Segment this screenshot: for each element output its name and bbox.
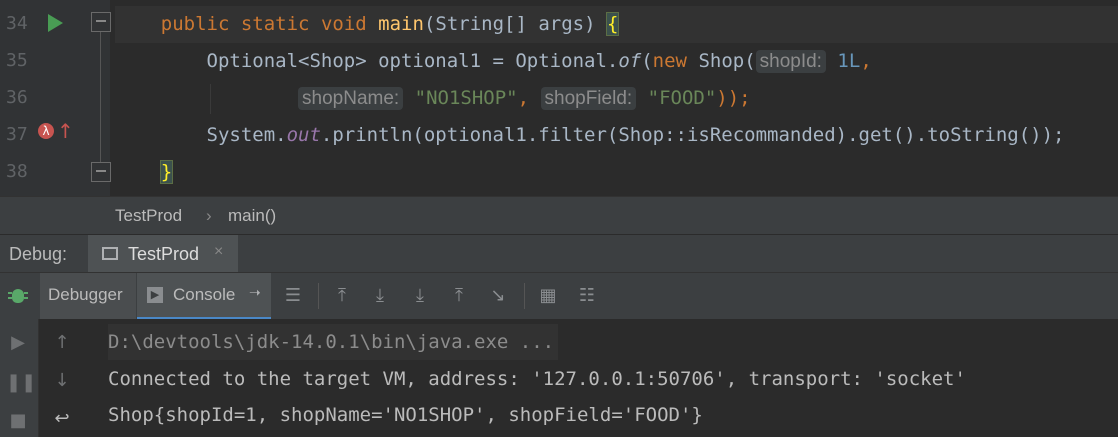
fold-collapse-icon[interactable] [91, 12, 111, 32]
up-arrow-icon[interactable]: ↑ [50, 331, 74, 355]
soft-wrap-icon[interactable]: ↩ [50, 407, 74, 431]
down-arrow-icon[interactable]: ↓ [50, 369, 74, 393]
close-icon[interactable]: × [214, 243, 223, 261]
debug-actions-strip: ▶ ❚❚ ■ [0, 319, 39, 437]
static-field: out [286, 124, 321, 146]
tab-console[interactable]: ▶ Console ➝ [137, 273, 271, 319]
step-over-icon[interactable]: ⤓ [368, 284, 392, 308]
console-icon: ▶ [147, 287, 163, 303]
debug-session-tab[interactable]: TestProd × [88, 235, 238, 273]
code-text: .println(optional1.filter(Shop::isRecomm… [320, 124, 1065, 146]
string-literal: "FOOD" [647, 87, 717, 109]
string-literal: "NO1SHOP" [414, 87, 518, 109]
code-line-37[interactable]: System.out.println(optional1.filter(Shop… [115, 117, 1118, 154]
number-literal: 1L [837, 50, 861, 72]
code-text: System. [206, 124, 287, 146]
matched-brace: { [605, 12, 620, 36]
keyword: static [240, 13, 310, 35]
code-text: )); [716, 87, 751, 109]
breadcrumb: TestProd › main() [0, 196, 1118, 235]
code-line-35[interactable]: Optional<Shop> optional1 = Optional.of(n… [115, 43, 1118, 80]
code-editor[interactable]: 34 35 36 37 λ ↑ 38 public static void ma… [0, 0, 1118, 196]
pin-icon[interactable]: ➝ [249, 285, 261, 301]
tab-debugger[interactable]: Debugger [40, 273, 136, 319]
parameter-hint: shopField: [540, 87, 637, 110]
breadcrumb-method[interactable]: main() [228, 206, 276, 226]
tab-console-label: Console [173, 285, 236, 304]
code-text: , [517, 87, 541, 109]
gutter-line-37: 37 λ ↑ [0, 115, 110, 152]
keyword: new [652, 50, 687, 72]
keyword: void [320, 13, 367, 35]
line-number: 34 [6, 13, 28, 34]
tab-label: TestProd [128, 244, 200, 264]
fold-end-icon[interactable] [91, 162, 111, 182]
code-line-36[interactable]: shopName: "NO1SHOP", shopField: "FOOD"))… [115, 80, 1118, 117]
debug-tool-window-header: Debug: TestProd × [0, 234, 1118, 273]
step-out-icon[interactable]: ⤒ [447, 284, 471, 308]
breadcrumb-class[interactable]: TestProd [115, 206, 182, 226]
gutter-line-36: 36 [0, 78, 110, 115]
gutter-line-35: 35 [0, 41, 110, 78]
console-output[interactable]: D:\devtools\jdk-14.0.1\bin\java.exe ... … [86, 319, 1118, 437]
run-to-cursor-icon[interactable]: ↘ [486, 284, 510, 308]
breadcrumb-separator: › [206, 206, 212, 225]
trace-stream-icon[interactable]: ☷ [575, 284, 599, 308]
pause-icon[interactable]: ❚❚ [6, 371, 36, 395]
console-line: D:\devtools\jdk-14.0.1\bin\java.exe ... [108, 324, 559, 360]
code-text: ( [641, 50, 653, 72]
line-number: 35 [6, 50, 28, 71]
lambda-breakpoint-icon[interactable]: λ [38, 123, 54, 139]
toolbar-separator [524, 283, 525, 309]
resume-icon[interactable]: ▶ [6, 331, 30, 355]
code-line-38[interactable]: } [115, 154, 1118, 191]
toolbar-separator [318, 283, 319, 309]
line-number: 38 [6, 161, 28, 182]
method-call: of [618, 50, 642, 72]
evaluate-expression-icon[interactable]: ▦ [536, 284, 560, 308]
keyword: public [160, 13, 230, 35]
console-actions-strip: ↑ ↓ ↩ [40, 319, 84, 437]
show-execution-point-icon[interactable]: ⤒ [330, 284, 354, 308]
run-icon[interactable] [48, 14, 63, 32]
parameter-hint: shopId: [755, 50, 826, 73]
step-into-icon[interactable]: ⤓ [408, 284, 432, 308]
debug-toolbar: Debugger ▶ Console ➝ ☰ ⤒ ⤓ ⤓ ⤒ ↘ ▦ ☷ [0, 272, 1118, 320]
line-number: 37 [6, 124, 28, 145]
menu-icon[interactable]: ☰ [281, 284, 305, 308]
fold-guide [100, 20, 101, 168]
tab-debugger-label: Debugger [48, 285, 123, 304]
window-icon [102, 247, 118, 260]
code-text: Optional<Shop> optional1 = Optional. [206, 50, 619, 72]
debug-title: Debug: [9, 244, 68, 264]
code-text: (String[] args) [423, 13, 607, 35]
console-line: Shop{shopId=1, shopName='NO1SHOP', shopF… [108, 404, 703, 426]
method-name: main [378, 13, 424, 35]
line-number: 36 [6, 87, 28, 108]
stop-icon[interactable]: ■ [6, 409, 30, 433]
console-line: Connected to the target VM, address: '12… [108, 368, 966, 390]
code-text: Shop( [687, 50, 756, 72]
editor-gutter: 34 35 36 37 λ ↑ 38 [0, 0, 111, 196]
bug-icon [8, 285, 28, 305]
code-text: , [860, 50, 872, 72]
parameter-hint: shopName: [298, 87, 404, 110]
matched-brace: } [159, 160, 174, 184]
up-arrow-icon: ↑ [57, 119, 74, 143]
code-line-34[interactable]: public static void main(String[] args) { [115, 6, 1118, 43]
